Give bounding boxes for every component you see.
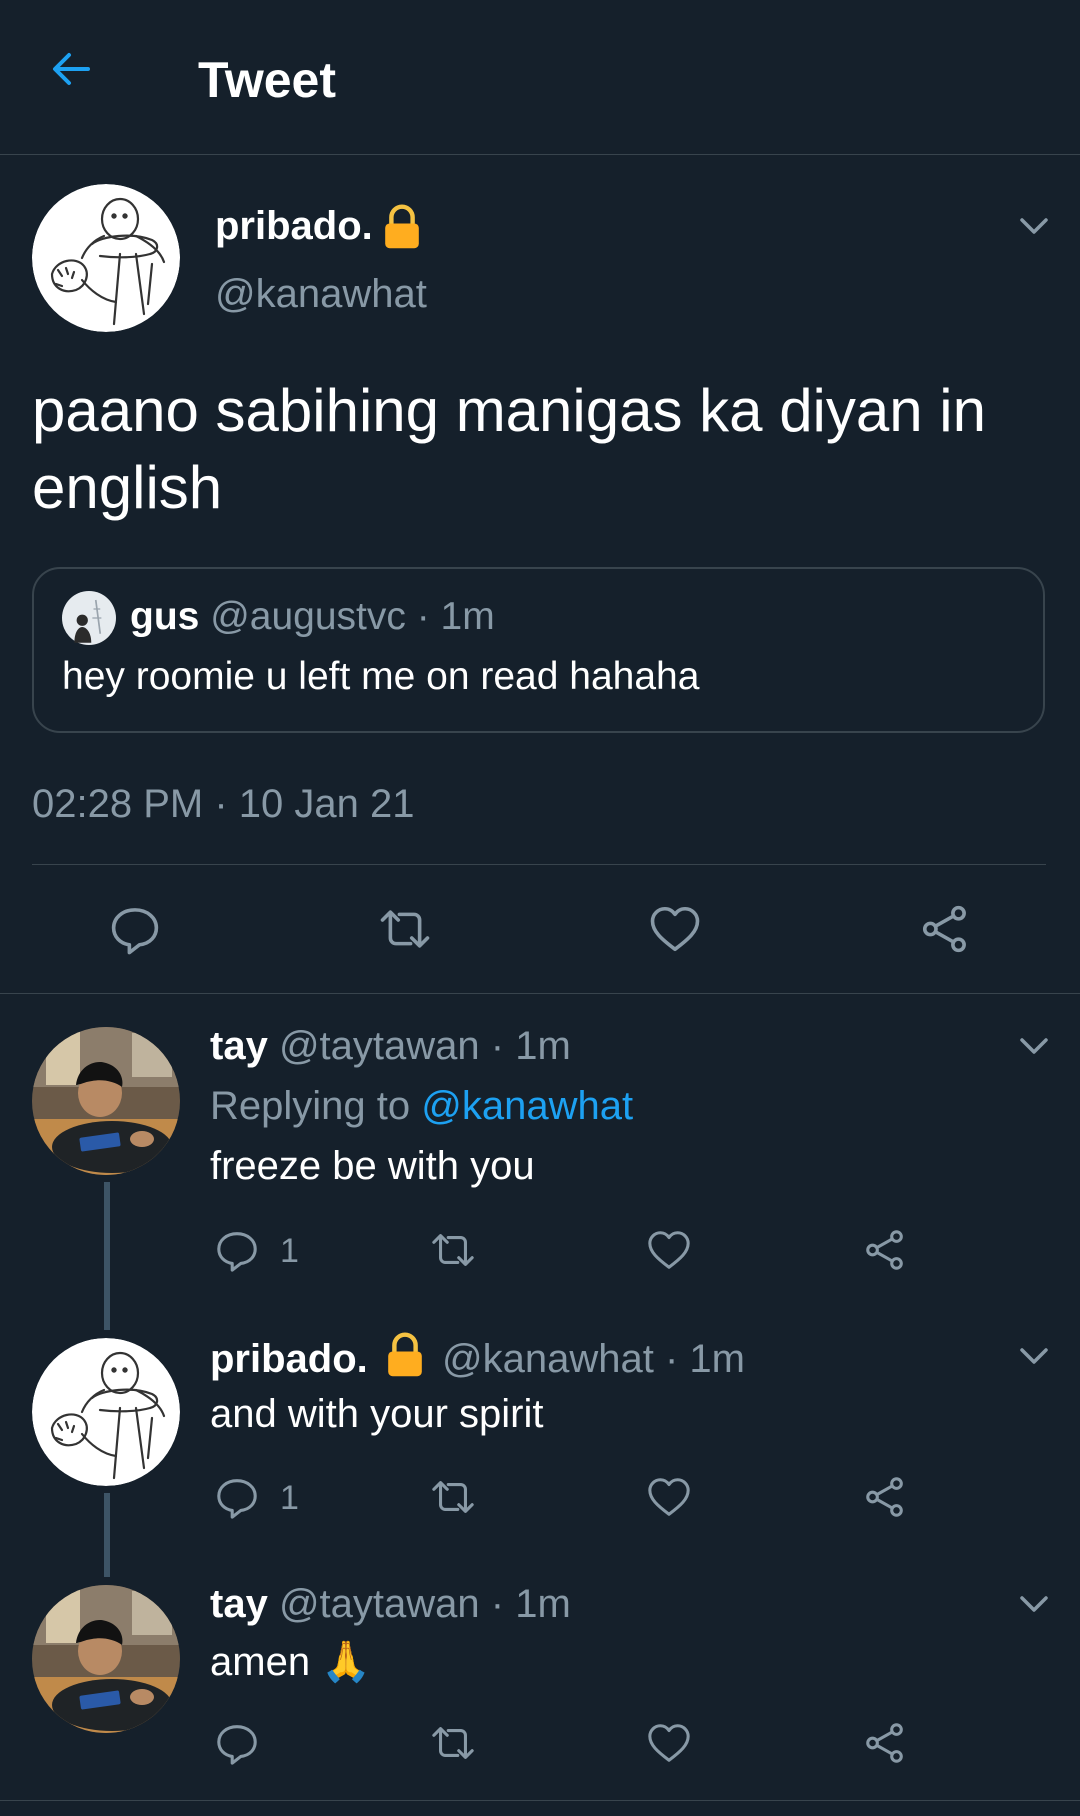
share-button[interactable] [862,1227,908,1273]
quoted-tweet[interactable]: gus @augustvc · 1m hey roomie u left me … [32,567,1045,733]
quoted-author-handle: @augustvc [210,595,406,638]
quoted-text: hey roomie u left me on read hahaha [62,655,700,698]
reply-icon [108,902,162,956]
avatar [62,591,116,645]
retweet-button[interactable] [428,1474,478,1520]
like-button[interactable] [646,1720,692,1766]
back-button[interactable] [50,48,92,90]
replying-to-label: Replying to [210,1084,411,1128]
reply-button[interactable] [108,902,162,956]
thread-line [104,1182,110,1330]
retweet-button[interactable] [428,1720,478,1766]
thread-divider [0,1800,1080,1801]
header-divider [0,154,1080,155]
page-title: Tweet [198,52,336,108]
share-icon [918,902,972,956]
quoted-time: · 1m [416,595,495,638]
reply-count: 1 [280,1232,299,1270]
lock-icon [385,1332,425,1378]
chevron-down-icon[interactable] [1014,1026,1054,1066]
avatar[interactable] [32,1027,180,1175]
tweet-text: paano sabihing manigas ka diyan in engli… [32,377,986,521]
reply-author-name[interactable]: pribado. [210,1337,368,1381]
share-icon [862,1474,908,1520]
chevron-down-icon[interactable] [1014,206,1054,246]
chevron-down-icon[interactable] [1014,1336,1054,1376]
back-arrow-icon [53,53,90,85]
reply-icon [214,1474,260,1520]
avatar[interactable] [32,1338,180,1486]
reply-count: 1 [280,1479,299,1517]
avatar[interactable] [32,184,180,332]
reply-icon [214,1720,260,1766]
reply-button[interactable] [214,1474,260,1520]
retweet-button[interactable] [428,1227,478,1273]
reply-icon [214,1227,260,1273]
lock-icon [382,204,422,250]
reply-time: · 1m [490,1582,571,1626]
reply-author-handle[interactable]: @kanawhat [442,1337,654,1381]
share-icon [862,1227,908,1273]
reply-author-handle[interactable]: @taytawan [279,1024,480,1068]
retweet-icon [428,1227,478,1273]
like-button[interactable] [648,902,702,956]
retweet-button[interactable] [376,902,434,956]
like-button[interactable] [646,1474,692,1520]
actions-divider [0,993,1080,994]
replying-to-link[interactable]: @kanawhat [421,1084,633,1128]
reply-time: · 1m [490,1024,571,1068]
chevron-down-icon[interactable] [1014,1584,1054,1624]
avatar[interactable] [32,1585,180,1733]
like-button[interactable] [646,1227,692,1273]
reply-author-name[interactable]: tay [210,1024,268,1068]
share-button[interactable] [918,902,972,956]
author-handle[interactable]: @kanawhat [215,270,427,318]
share-icon [862,1720,908,1766]
heart-icon [648,902,702,956]
author-name[interactable]: pribado. [215,202,373,250]
reply-time: · 1m [665,1337,745,1381]
share-button[interactable] [862,1474,908,1520]
reply-button[interactable] [214,1720,260,1766]
reply-author-handle[interactable]: @taytawan [279,1582,480,1626]
stats-divider [32,864,1046,865]
tweet-timestamp: 02:28 PM · 10 Jan 21 [32,782,415,826]
reply-text: and with your spirit [210,1392,544,1436]
retweet-icon [376,902,434,956]
retweet-icon [428,1720,478,1766]
heart-icon [646,1227,692,1273]
quoted-author-name: gus [130,595,200,638]
share-button[interactable] [862,1720,908,1766]
thread-line [104,1493,110,1577]
retweet-icon [428,1474,478,1520]
reply-text: amen 🙏 [210,1640,371,1684]
reply-button[interactable] [214,1227,260,1273]
reply-author-name[interactable]: tay [210,1582,268,1626]
heart-icon [646,1720,692,1766]
reply-text: freeze be with you [210,1144,535,1188]
heart-icon [646,1474,692,1520]
